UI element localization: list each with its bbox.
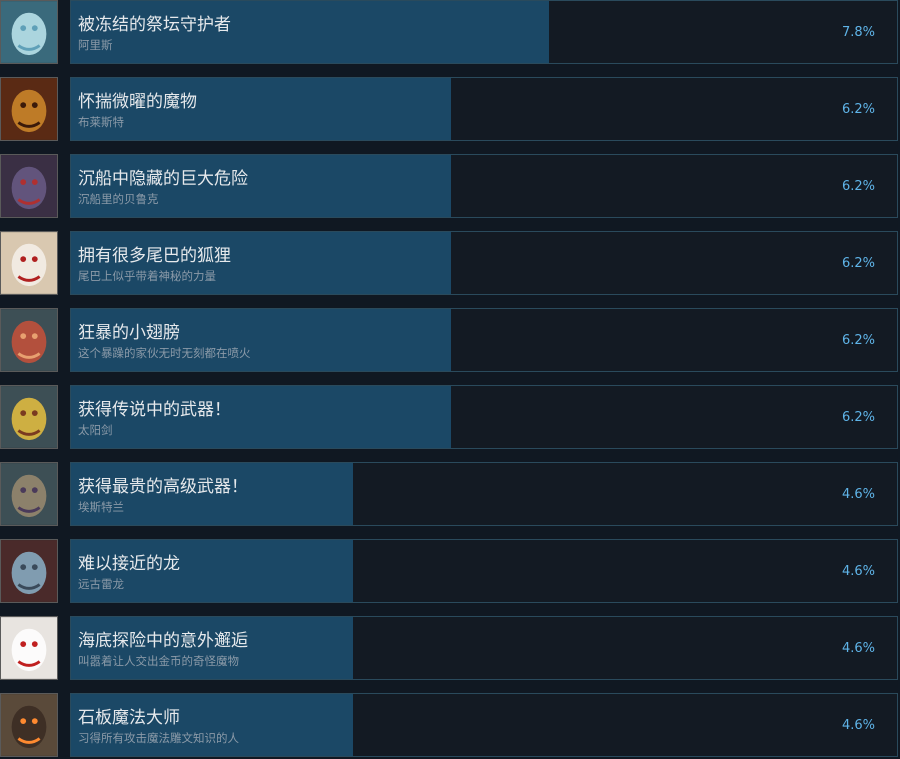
achievement-row[interactable]: 怀揣微曜的魔物布莱斯特 6.2% [0, 77, 900, 143]
achievement-row[interactable]: 获得最贵的高级武器！ 埃斯特兰 4.6% [0, 462, 900, 528]
achievement-row[interactable]: 海底探险中的意外邂逅叫嚣着让人交出金币的奇怪魔物 4.6% [0, 616, 900, 682]
unlock-percentage: 6.2% [841, 256, 875, 271]
unlock-percentage: 7.8% [841, 25, 875, 40]
thunder-dragon-icon [0, 539, 58, 603]
achievement-description: 尾巴上似乎带着神秘的力量 [78, 269, 216, 283]
achievement-card[interactable]: 石板魔法大师习得所有攻击魔法雕文知识的人 4.6% [70, 693, 898, 757]
achievement-title: 获得最贵的高级武器！ [78, 477, 248, 497]
achievement-card[interactable]: 沉船中隐藏的巨大危险沉船里的贝鲁克 6.2% [70, 154, 898, 218]
red-dragon-icon [0, 308, 58, 372]
achievement-card[interactable]: 怀揣微曜的魔物布莱斯特 6.2% [70, 77, 898, 141]
unlock-percentage: 6.2% [841, 102, 875, 117]
achievement-description: 沉船里的贝鲁克 [78, 192, 159, 206]
achievement-row[interactable]: 难以接近的龙远古雷龙 4.6% [0, 539, 900, 605]
achievement-row[interactable]: 拥有很多尾巴的狐狸尾巴上似乎带着神秘的力量 6.2% [0, 231, 900, 297]
achievement-card[interactable]: 狂暴的小翅膀这个暴躁的家伙无时无刻都在喷火 6.2% [70, 308, 898, 372]
unlock-percentage: 6.2% [841, 179, 875, 194]
achievement-description: 埃斯特兰 [78, 500, 124, 514]
achievement-card[interactable]: 获得最贵的高级武器！ 埃斯特兰 4.6% [70, 462, 898, 526]
achievement-list: 被冻结的祭坛守护者 阿里斯 7.8% 怀揣微曜的魔物 布莱斯特 6.2% 沉船中隐藏的巨大危… [0, 0, 900, 757]
achievement-description: 远古雷龙 [78, 577, 124, 591]
achievement-description: 布莱斯特 [78, 115, 124, 129]
achievement-card[interactable]: 拥有很多尾巴的狐狸尾巴上似乎带着神秘的力量 6.2% [70, 231, 898, 295]
sun-sword-icon [0, 385, 58, 449]
achievement-row[interactable]: 获得传说中的武器！ 太阳剑 6.2% [0, 385, 900, 451]
achievement-title: 怀揣微曜的魔物 [78, 92, 197, 112]
achievement-row[interactable]: 石板魔法大师习得所有攻击魔法雕文知识的人 4.6% [0, 693, 900, 759]
unlock-percentage: 6.2% [841, 333, 875, 348]
achievement-title: 被冻结的祭坛守护者 [78, 15, 231, 35]
achievement-description: 叫嚣着让人交出金币的奇怪魔物 [78, 654, 239, 668]
achievement-card[interactable]: 海底探险中的意外邂逅叫嚣着让人交出金币的奇怪魔物 4.6% [70, 616, 898, 680]
achievement-title: 拥有很多尾巴的狐狸 [78, 246, 231, 266]
achievement-row[interactable]: 被冻结的祭坛守护者阿里斯 7.8% [0, 0, 900, 66]
achievement-row[interactable]: 沉船中隐藏的巨大危险沉船里的贝鲁克 6.2% [0, 154, 900, 220]
achievement-description: 这个暴躁的家伙无时无刻都在喷火 [78, 346, 251, 360]
nine-tail-fox-icon [0, 231, 58, 295]
achievement-description: 太阳剑 [78, 423, 113, 437]
achievement-title: 石板魔法大师 [78, 708, 180, 728]
achievement-card[interactable]: 被冻结的祭坛守护者阿里斯 7.8% [70, 0, 898, 64]
achievement-card[interactable]: 难以接近的龙远古雷龙 4.6% [70, 539, 898, 603]
armored-demon-icon [0, 77, 58, 141]
achievement-description: 阿里斯 [78, 38, 113, 52]
ice-golem-icon [0, 0, 58, 64]
achievement-title: 狂暴的小翅膀 [78, 323, 180, 343]
achievement-card[interactable]: 获得传说中的武器！ 太阳剑 6.2% [70, 385, 898, 449]
achievement-title: 沉船中隐藏的巨大危险 [78, 169, 248, 189]
achievement-title: 难以接近的龙 [78, 554, 180, 574]
achievement-title: 获得传说中的武器！ [78, 400, 231, 420]
unlock-percentage: 4.6% [841, 564, 875, 579]
rune-tablet-icon [0, 693, 58, 757]
unlock-percentage: 4.6% [841, 487, 875, 502]
achievement-description: 习得所有攻击魔法雕文知识的人 [78, 731, 239, 745]
sunken-beast-icon [0, 154, 58, 218]
unlock-percentage: 4.6% [841, 718, 875, 733]
scythe-icon [0, 462, 58, 526]
unlock-percentage: 4.6% [841, 641, 875, 656]
unlock-percentage: 6.2% [841, 410, 875, 425]
achievement-row[interactable]: 狂暴的小翅膀这个暴躁的家伙无时无刻都在喷火 6.2% [0, 308, 900, 374]
rabbit-monster-icon [0, 616, 58, 680]
achievement-title: 海底探险中的意外邂逅 [78, 631, 248, 651]
